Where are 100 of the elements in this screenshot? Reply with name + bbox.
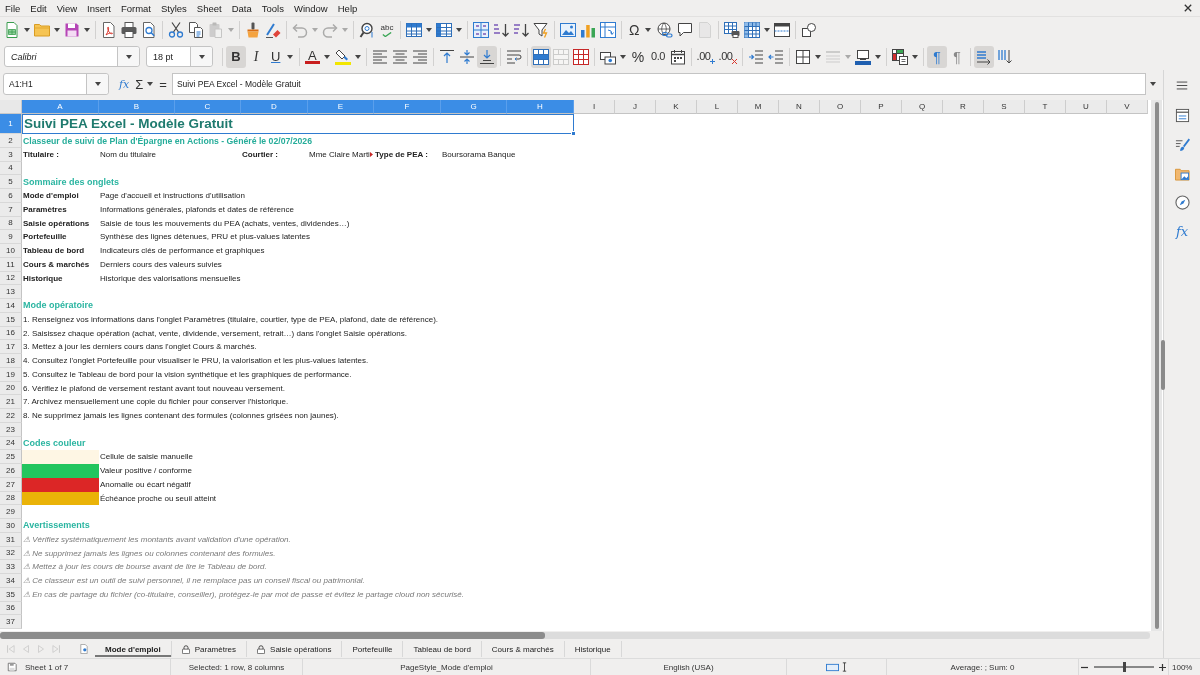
language-text[interactable]: English (USA): [663, 662, 714, 672]
row-header[interactable]: 5: [0, 175, 22, 189]
menu-item[interactable]: Styles: [155, 0, 192, 16]
sidebar-handle[interactable]: [1161, 340, 1165, 390]
menu-item[interactable]: File: [0, 0, 26, 16]
page-style-text[interactable]: PageStyle_Mode d'emploi: [400, 662, 493, 672]
menu-item[interactable]: Tools: [256, 0, 289, 16]
name-box-field[interactable]: A1:H1: [3, 73, 109, 95]
row-header[interactable]: 34: [0, 574, 22, 588]
special-character-button[interactable]: Ω: [625, 19, 655, 41]
dropdown-button[interactable]: [86, 74, 108, 94]
row-header[interactable]: 17: [0, 340, 22, 354]
spelling-button[interactable]: abc: [377, 19, 397, 41]
row-header[interactable]: 22: [0, 409, 22, 423]
row-header[interactable]: 33: [0, 560, 22, 574]
menu-item[interactable]: Edit: [25, 0, 52, 16]
column-header[interactable]: K: [656, 100, 697, 114]
text-horizontal-button[interactable]: [974, 45, 994, 68]
font-size-field[interactable]: 18 pt: [146, 46, 213, 67]
hyperlink-button[interactable]: [655, 19, 675, 41]
percent-button[interactable]: %: [628, 45, 648, 68]
page-magnifier-icon: [141, 22, 157, 38]
plus-icon: [710, 58, 716, 64]
column-header[interactable]: V: [1107, 100, 1148, 114]
font-color-button[interactable]: A: [303, 45, 333, 68]
formula-button[interactable]: =: [157, 73, 169, 95]
sheet-tab[interactable]: Saisie opérations: [247, 641, 343, 657]
column-header[interactable]: J: [615, 100, 656, 114]
row-header[interactable]: 9: [0, 230, 22, 244]
skip-to-start-icon: [5, 644, 16, 654]
column-header[interactable]: I: [574, 100, 615, 114]
horizontal-scrollbar[interactable]: [0, 632, 1150, 639]
italic-button[interactable]: I: [246, 45, 266, 68]
description-cell: Informations générales, plafonds et dates de référence: [100, 204, 294, 215]
functions-deck-button[interactable]: fx: [1170, 220, 1194, 242]
row-header[interactable]: 14: [0, 299, 22, 313]
freeze-rows-button[interactable]: [742, 19, 772, 41]
column-header[interactable]: Q: [902, 100, 943, 114]
scrollbar-thumb[interactable]: [0, 632, 545, 639]
column-header[interactable]: M: [738, 100, 779, 114]
print-area-button[interactable]: [722, 19, 742, 41]
zoom-slider-thumb[interactable]: [1122, 662, 1126, 672]
menu-item[interactable]: Help: [332, 0, 363, 16]
row-header[interactable]: 21: [0, 395, 22, 409]
left-triangle-icon: [20, 644, 31, 654]
sort-button[interactable]: [471, 19, 491, 41]
add-decimal-button[interactable]: .00: [695, 45, 717, 68]
number-format-button[interactable]: 0.0: [648, 45, 668, 68]
sheet-tab[interactable]: Paramètres: [171, 641, 248, 657]
menu-item[interactable]: Insert: [82, 0, 116, 16]
row-header[interactable]: 37: [0, 615, 22, 629]
column-header[interactable]: O: [820, 100, 861, 114]
sheet-tab[interactable]: Portefeuille: [342, 641, 404, 657]
align-bottom-button[interactable]: [477, 45, 497, 68]
menu-item[interactable]: Format: [115, 0, 156, 16]
menu-item[interactable]: Window: [288, 0, 333, 16]
pivot-table-button[interactable]: [598, 19, 618, 41]
sheet-tab[interactable]: Cours & marchés: [481, 641, 565, 657]
dropdown-button[interactable]: [190, 47, 212, 66]
copy-button[interactable]: [186, 19, 206, 41]
menu-item[interactable]: Sheet: [191, 0, 227, 16]
row-header[interactable]: 26: [0, 464, 22, 478]
sheet-tab[interactable]: Tableau de bord: [403, 641, 482, 657]
delete-decimal-button[interactable]: .00: [717, 45, 739, 68]
row-header[interactable]: 29: [0, 505, 22, 519]
fill-handle[interactable]: [571, 131, 576, 136]
column-header[interactable]: S: [984, 100, 1025, 114]
cut-button[interactable]: [166, 19, 186, 41]
right-triangle-icon: [35, 644, 46, 654]
print-button[interactable]: [119, 19, 139, 41]
menu-item[interactable]: View: [51, 0, 83, 16]
row-header[interactable]: 13: [0, 285, 22, 299]
zoom-percent[interactable]: 100%: [1172, 662, 1193, 672]
sheet-tab[interactable]: Mode d'emploi: [95, 641, 172, 657]
add-sheet-button[interactable]: [77, 642, 91, 656]
row-header[interactable]: 2: [0, 134, 22, 148]
caret-icon: [125, 54, 132, 59]
row-header[interactable]: 10: [0, 244, 22, 258]
sum-button[interactable]: Σ: [133, 73, 156, 95]
merge-center-button[interactable]: [531, 45, 551, 68]
underline-button[interactable]: U: [266, 45, 296, 68]
row-header[interactable]: 30: [0, 519, 22, 533]
function-wizard-button[interactable]: fx: [117, 73, 132, 95]
column-header[interactable]: L: [697, 100, 738, 114]
menu-item[interactable]: Data: [226, 0, 257, 16]
row-header[interactable]: 6: [0, 189, 22, 203]
row-header[interactable]: 25: [0, 450, 22, 464]
column-header[interactable]: R: [943, 100, 984, 114]
column-header[interactable]: U: [1066, 100, 1107, 114]
row-header[interactable]: 18: [0, 354, 22, 368]
close-document-button[interactable]: [1182, 2, 1194, 14]
zoom-in-button[interactable]: [1157, 661, 1168, 673]
dropdown-button[interactable]: [117, 47, 139, 66]
font-name-field[interactable]: Calibri: [4, 46, 140, 67]
bold-button[interactable]: B: [226, 45, 246, 68]
sheet-tab[interactable]: Historique: [564, 641, 622, 657]
column-header[interactable]: N: [779, 100, 820, 114]
column-header[interactable]: P: [861, 100, 902, 114]
formula-input-field[interactable]: Suivi PEA Excel - Modèle Gratuit: [171, 73, 1146, 95]
column-header[interactable]: T: [1025, 100, 1066, 114]
